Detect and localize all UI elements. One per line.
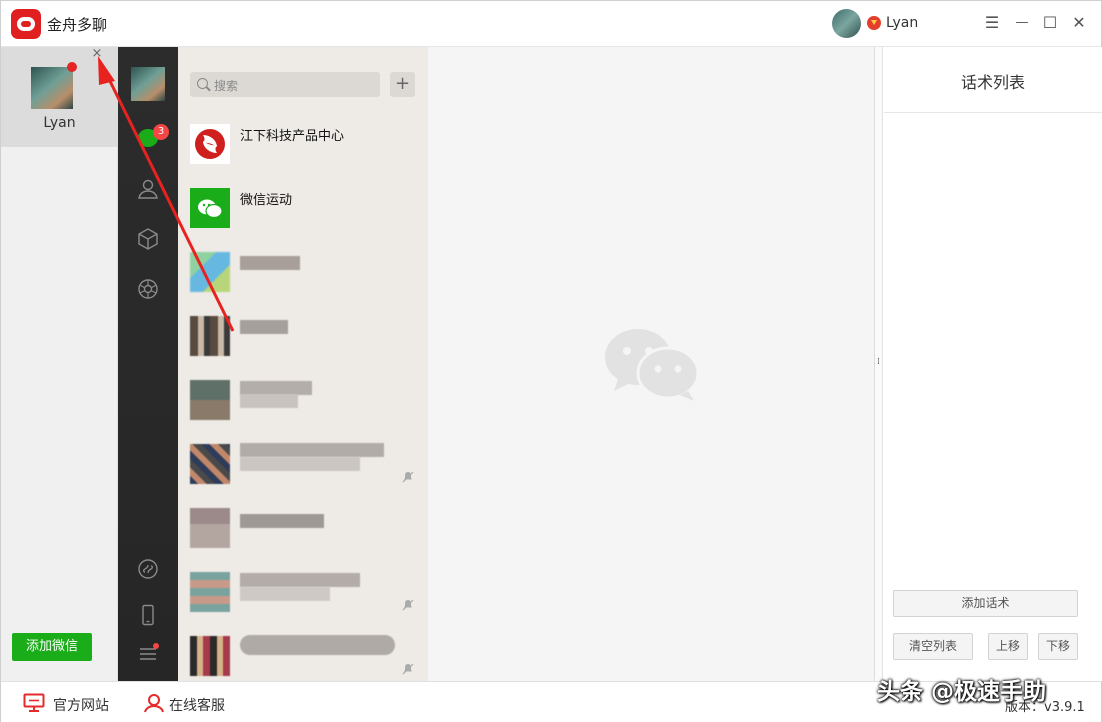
message-preview-blurred (240, 587, 330, 601)
customer-service-icon[interactable] (143, 693, 165, 713)
search-input[interactable]: 搜索 (190, 72, 380, 97)
list-item[interactable] (178, 368, 428, 432)
message-preview-blurred (240, 457, 360, 471)
list-item[interactable]: 微信运动 (178, 176, 428, 240)
vip-icon[interactable] (867, 16, 881, 30)
wechat-logo-icon (604, 325, 704, 405)
list-item[interactable] (178, 496, 428, 560)
add-script-button[interactable]: 添加话术 (893, 590, 1078, 617)
add-wechat-button[interactable]: 添加微信 (12, 633, 92, 661)
unread-badge: 3 (153, 124, 169, 140)
maximize-button[interactable]: ☐ (1039, 11, 1061, 35)
account-card[interactable]: × Lyan (1, 47, 118, 147)
contacts-icon[interactable] (136, 177, 160, 201)
mute-icon (402, 663, 414, 675)
wechat-sports-avatar (190, 188, 230, 228)
account-close-icon[interactable]: × (90, 47, 104, 61)
add-chat-button[interactable]: + (390, 72, 415, 97)
list-item[interactable] (178, 624, 428, 681)
divider (884, 112, 1102, 113)
search-icon (197, 78, 208, 89)
contact-name-blurred (240, 381, 312, 395)
contact-name-blurred (240, 320, 288, 334)
title-bar: 金舟多聊 Lyan ☰ — ☐ ✕ (1, 1, 1101, 47)
close-button[interactable]: ✕ (1068, 11, 1090, 35)
contact-name: 江下科技产品中心 (240, 129, 345, 144)
phone-icon[interactable] (136, 603, 160, 627)
online-service-link[interactable]: 在线客服 (169, 695, 225, 715)
contact-avatar (190, 124, 230, 164)
contact-avatar (190, 444, 230, 484)
contact-avatar (190, 636, 230, 676)
list-item[interactable]: 江下科技产品中心 (178, 112, 428, 176)
contact-avatar (190, 316, 230, 356)
app-title: 金舟多聊 (47, 16, 108, 34)
clear-list-button[interactable]: 清空列表 (893, 633, 973, 660)
search-placeholder: 搜索 (214, 79, 239, 93)
splitter-grip-icon[interactable]: ⁞ (877, 357, 880, 367)
contact-name-blurred (240, 443, 384, 457)
contact-name-blurred (240, 635, 395, 655)
message-preview-blurred (240, 394, 298, 408)
watermark: 头条 @极速手助 (877, 679, 1047, 705)
move-down-button[interactable]: 下移 (1038, 633, 1078, 660)
contact-avatar (190, 380, 230, 420)
list-item[interactable] (178, 304, 428, 368)
app-logo-icon (11, 9, 41, 39)
more-menu-icon[interactable] (136, 642, 160, 666)
mini-programs-icon[interactable] (136, 557, 160, 581)
monitor-icon[interactable] (23, 693, 45, 713)
app-window: 金舟多聊 Lyan ☰ — ☐ ✕ × Lyan 添加微信 3 搜索 + 江下科… (0, 0, 1102, 722)
list-item[interactable] (178, 432, 428, 496)
menu-icon[interactable]: ☰ (981, 11, 1003, 35)
contact-avatar (190, 508, 230, 548)
script-list-title: 话术列表 (960, 73, 1025, 92)
mute-icon (402, 599, 414, 611)
mute-icon (402, 471, 414, 483)
conversation-list: 搜索 + 江下科技产品中心 微信运动 (178, 47, 428, 681)
minimize-button[interactable]: — (1011, 11, 1033, 35)
account-panel: × Lyan 添加微信 (1, 47, 118, 681)
collections-icon[interactable] (136, 227, 160, 251)
contact-name-blurred (240, 573, 360, 587)
user-name[interactable]: Lyan (886, 15, 918, 31)
wechat-sidebar: 3 (118, 47, 178, 681)
script-panel: 话术列表 添加话术 清空列表 上移 下移 (884, 47, 1102, 681)
contact-name: 微信运动 (240, 193, 293, 208)
moments-icon[interactable] (136, 277, 160, 301)
contact-name-blurred (240, 514, 324, 528)
list-item[interactable] (178, 240, 428, 304)
wechat-avatar[interactable] (131, 67, 165, 101)
move-up-button[interactable]: 上移 (988, 633, 1028, 660)
contact-avatar (190, 572, 230, 612)
list-item[interactable] (178, 560, 428, 624)
contact-name-blurred (240, 256, 300, 270)
account-name: Lyan (43, 115, 76, 131)
official-website-link[interactable]: 官方网站 (53, 695, 109, 715)
account-avatar[interactable] (31, 67, 73, 109)
contact-avatar (190, 252, 230, 292)
user-avatar[interactable] (832, 9, 861, 38)
notification-dot (67, 62, 77, 72)
chat-area (428, 47, 875, 681)
